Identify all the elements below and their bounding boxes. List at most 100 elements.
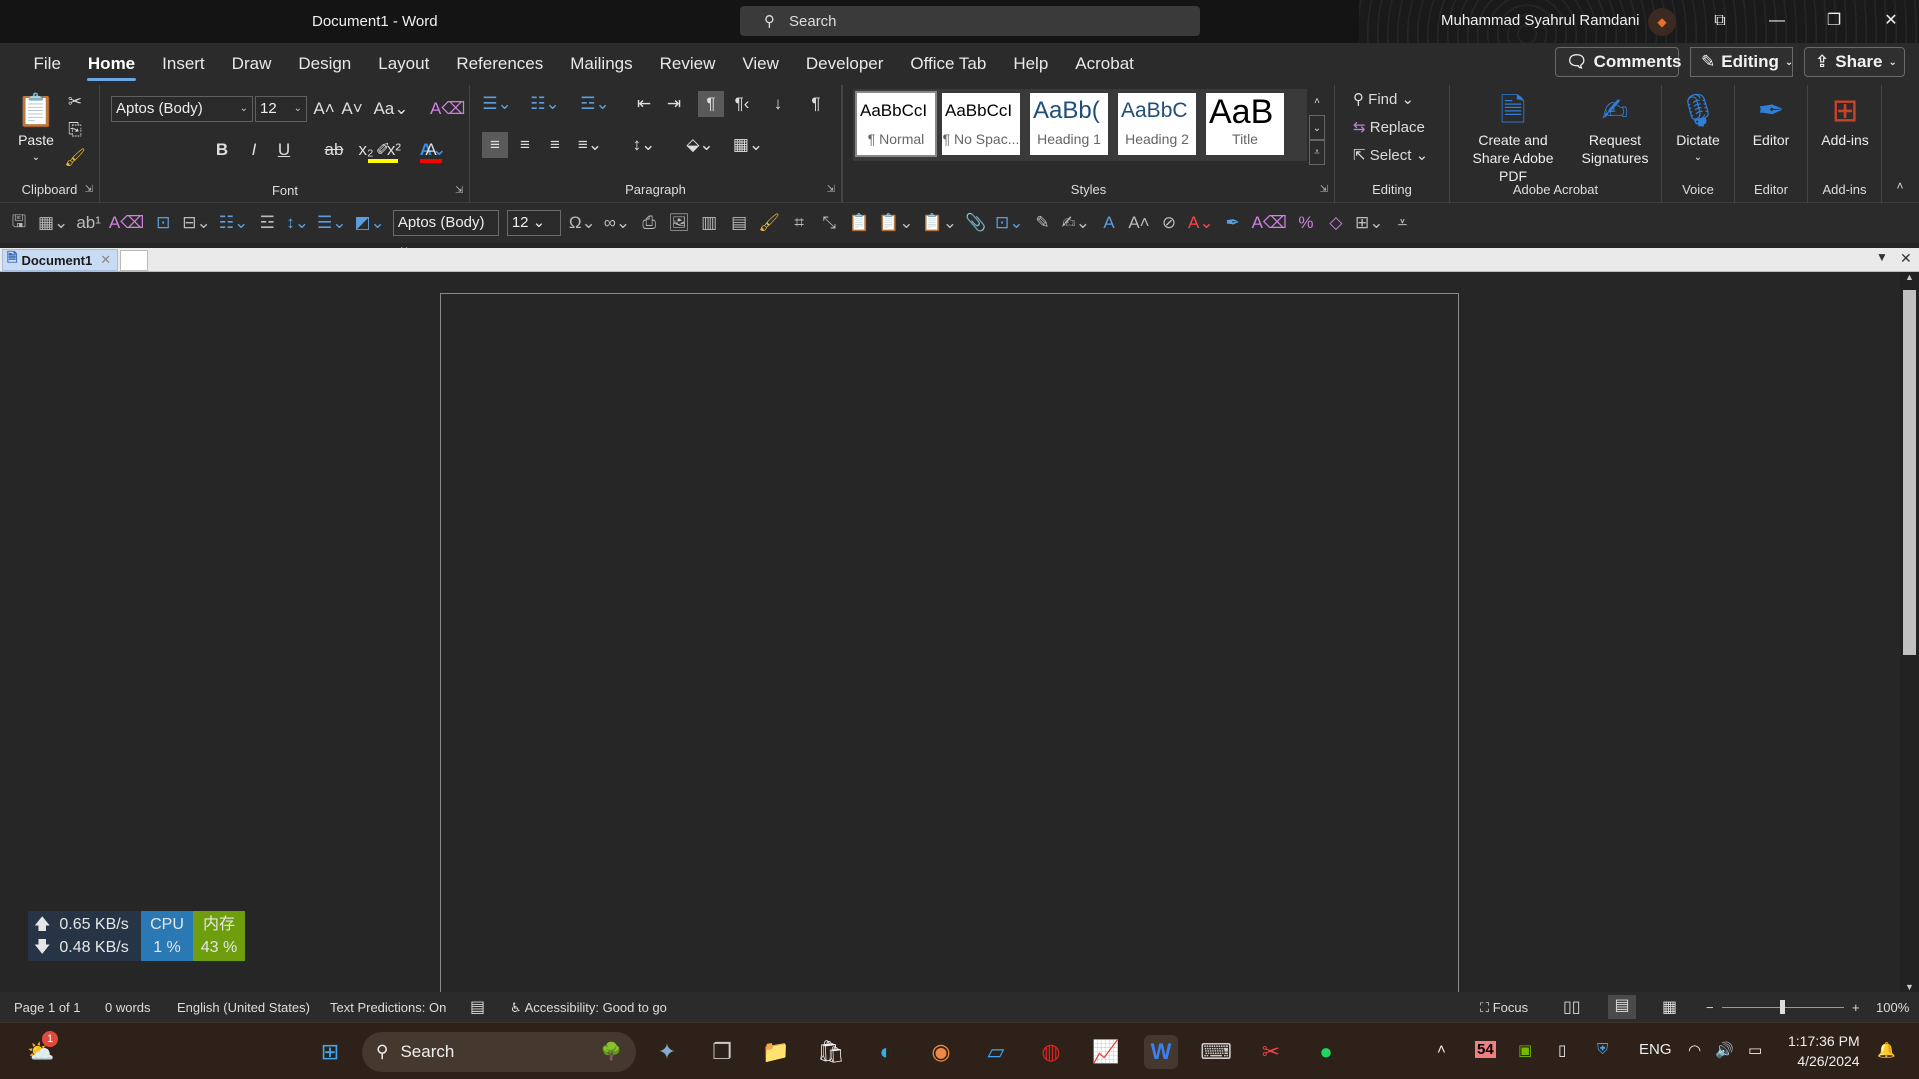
edit-icon[interactable]: ✎ [1031, 213, 1053, 233]
crop-icon[interactable]: ⌗ [788, 213, 810, 233]
read-mode-icon[interactable]: ▯▯ [1563, 997, 1581, 1017]
change-case-button[interactable]: Aa⌄ [372, 96, 410, 122]
grow-font-icon[interactable]: A˄ [1128, 213, 1150, 233]
page-count[interactable]: Page 1 of 1 [14, 1000, 81, 1015]
nvidia-icon[interactable]: ▣ [1518, 1041, 1532, 1059]
shrink-font-icon[interactable]: A˅ [340, 96, 364, 122]
footnote-icon[interactable]: ab¹ [76, 213, 101, 233]
copy-icon[interactable]: ⎘ [64, 117, 86, 143]
print-layout-icon[interactable]: ▤ [1608, 995, 1636, 1019]
paste-options-icon[interactable]: 📋⌄ [922, 213, 957, 233]
spotify-icon[interactable]: ● [1309, 1035, 1343, 1069]
numbering-icon[interactable]: ☷⌄ [219, 213, 248, 233]
taskbar-search[interactable]: ⚲ Search 🌳 [362, 1032, 636, 1072]
macro-recording-icon[interactable]: ▤ [470, 997, 485, 1017]
tab-insert[interactable]: Insert [149, 45, 219, 83]
style-heading-2[interactable]: AaBbC Heading 2 [1118, 93, 1196, 155]
tab-draw[interactable]: Draw [218, 45, 285, 83]
ribbon-display-icon[interactable]: ⧉ [1700, 4, 1740, 38]
clock[interactable]: 1:17:36 PM 4/26/2024 [1788, 1031, 1860, 1071]
temperature-tray[interactable]: 54 [1475, 1041, 1496, 1058]
tab-layout[interactable]: Layout [365, 45, 443, 83]
edge-icon[interactable]: ◐ [869, 1035, 903, 1069]
line-spacing-icon[interactable]: ↕⌄ [286, 213, 309, 233]
eraser-icon[interactable]: ◇ [1325, 213, 1347, 233]
zoom-in-button[interactable]: + [1852, 1000, 1860, 1015]
style-heading-1[interactable]: AaBb(Heading 1 [1030, 93, 1108, 155]
new-tab-button[interactable] [120, 250, 148, 271]
table-icon[interactable]: ▦⌄ [38, 213, 68, 233]
show-hidden-icons[interactable]: ˄ [1437, 1041, 1446, 1058]
table-edit-icon[interactable]: ⊞⌄ [1355, 213, 1384, 233]
comments-button[interactable]: 🗨 Comments [1555, 47, 1681, 77]
line-numbers-icon[interactable]: ☲ [256, 213, 278, 233]
resize-icon[interactable]: ⤡ [818, 213, 840, 233]
request-signatures-button[interactable]: ✍ Request Signatures [1576, 89, 1654, 167]
sort-icon[interactable]: ↓ [766, 91, 790, 117]
battery-icon[interactable]: ▭ [1748, 1041, 1762, 1059]
shading-icon[interactable]: ⬙⌄ [682, 132, 718, 158]
file-explorer-icon[interactable]: 📁 [759, 1035, 793, 1069]
format-painter-icon[interactable]: 🖌 [64, 145, 86, 171]
save-form-icon[interactable]: 🖫 [8, 209, 30, 238]
ltr-icon[interactable]: ¶ [698, 91, 724, 117]
clear-format-icon[interactable]: A⌫ [109, 213, 144, 233]
share-button[interactable]: ⇪ Share ⌄ [1804, 47, 1905, 77]
style-no-spacing[interactable]: AaBbCcI ¶ No Spac... [942, 93, 1020, 155]
grow-font-icon[interactable]: A˄ [312, 96, 336, 122]
tab-view[interactable]: View [729, 45, 793, 83]
dialog-launcher-icon[interactable]: ⇲ [1320, 184, 1328, 195]
tray-device-icon[interactable]: ▯ [1558, 1041, 1566, 1059]
weather-widget-icon[interactable]: ⛅ 1 [24, 1031, 58, 1069]
focus-button[interactable]: ⛶ Focus [1480, 1000, 1528, 1016]
language[interactable]: English (United States) [177, 1000, 310, 1015]
editing-mode-button[interactable]: ✎ Editing ⌄ [1690, 47, 1793, 77]
word-taskbar-icon[interactable]: W [1144, 1035, 1178, 1069]
editor-button[interactable]: ✒ Editor [1739, 89, 1803, 149]
qat-size-dropdown[interactable]: 12 ⌄ [506, 210, 561, 236]
decrease-indent-icon[interactable]: ⇤ [632, 91, 656, 117]
close-icon[interactable]: ✕ [1871, 4, 1911, 38]
tab-file[interactable]: File [20, 45, 74, 83]
italic-button[interactable]: I [244, 137, 264, 163]
word-count[interactable]: 0 words [105, 1000, 151, 1015]
start-icon[interactable]: ⊞ [313, 1035, 347, 1069]
align-right-icon[interactable]: ≡ [542, 132, 568, 158]
format-painter-icon[interactable]: 🖌 [758, 213, 780, 233]
zoom-level[interactable]: 100% [1876, 1000, 1909, 1015]
scroll-down-icon[interactable]: ⌄ [1309, 115, 1325, 141]
increase-indent-icon[interactable]: ⇥ [662, 91, 686, 117]
wifi-icon[interactable]: ◠ [1688, 1041, 1701, 1059]
collapse-ribbon-icon[interactable]: ˄ [1890, 173, 1910, 199]
shapes-icon[interactable]: ◩⌄ [355, 213, 385, 233]
numbering-icon[interactable]: ☷⌄ [530, 91, 560, 117]
multilevel-list-icon[interactable]: ☲⌄ [580, 91, 610, 117]
customize-qat-icon[interactable]: ⩡ [1391, 213, 1413, 233]
scroll-up-icon[interactable]: ▲ [1900, 272, 1919, 282]
avatar[interactable]: ◆ [1648, 8, 1676, 36]
bullets-icon[interactable]: ☰⌄ [317, 213, 346, 233]
chrome-icon[interactable]: ◉ [924, 1035, 958, 1069]
align-center-icon[interactable]: ≡ [512, 132, 538, 158]
zoom-slider-thumb[interactable] [1780, 1000, 1785, 1014]
print-icon[interactable]: ⎙ [638, 213, 660, 233]
text-predictions[interactable]: Text Predictions: On [330, 1000, 446, 1015]
tab-office-tab[interactable]: Office Tab [897, 45, 1000, 83]
app-icon[interactable]: ▱ [979, 1035, 1013, 1069]
draw-icon[interactable]: ✍⌄ [1061, 213, 1090, 233]
web-layout-icon[interactable]: ▦ [1662, 997, 1677, 1017]
zoom-slider[interactable] [1722, 1000, 1844, 1014]
tab-list-icon[interactable]: ▼ [1876, 250, 1888, 264]
more-styles-icon[interactable]: ⩡ [1309, 139, 1325, 165]
paste-special-icon[interactable]: 📋 [848, 213, 870, 233]
add-ins-button[interactable]: ⊞ Add-ins [1812, 89, 1878, 149]
page-icon[interactable]: ▤ [728, 213, 750, 233]
scrollbar-thumb[interactable] [1903, 290, 1916, 655]
percent-icon[interactable]: % [1295, 213, 1317, 233]
clear-formatting-icon[interactable]: A⌫ [430, 96, 465, 122]
picture-icon[interactable]: 🖼 [668, 213, 690, 233]
close-all-icon[interactable]: ✕ [1900, 250, 1912, 267]
language-indicator[interactable]: ENG [1639, 1041, 1672, 1058]
tab-home[interactable]: Home [74, 45, 148, 83]
defender-icon[interactable]: ⛨ [1597, 1041, 1608, 1058]
